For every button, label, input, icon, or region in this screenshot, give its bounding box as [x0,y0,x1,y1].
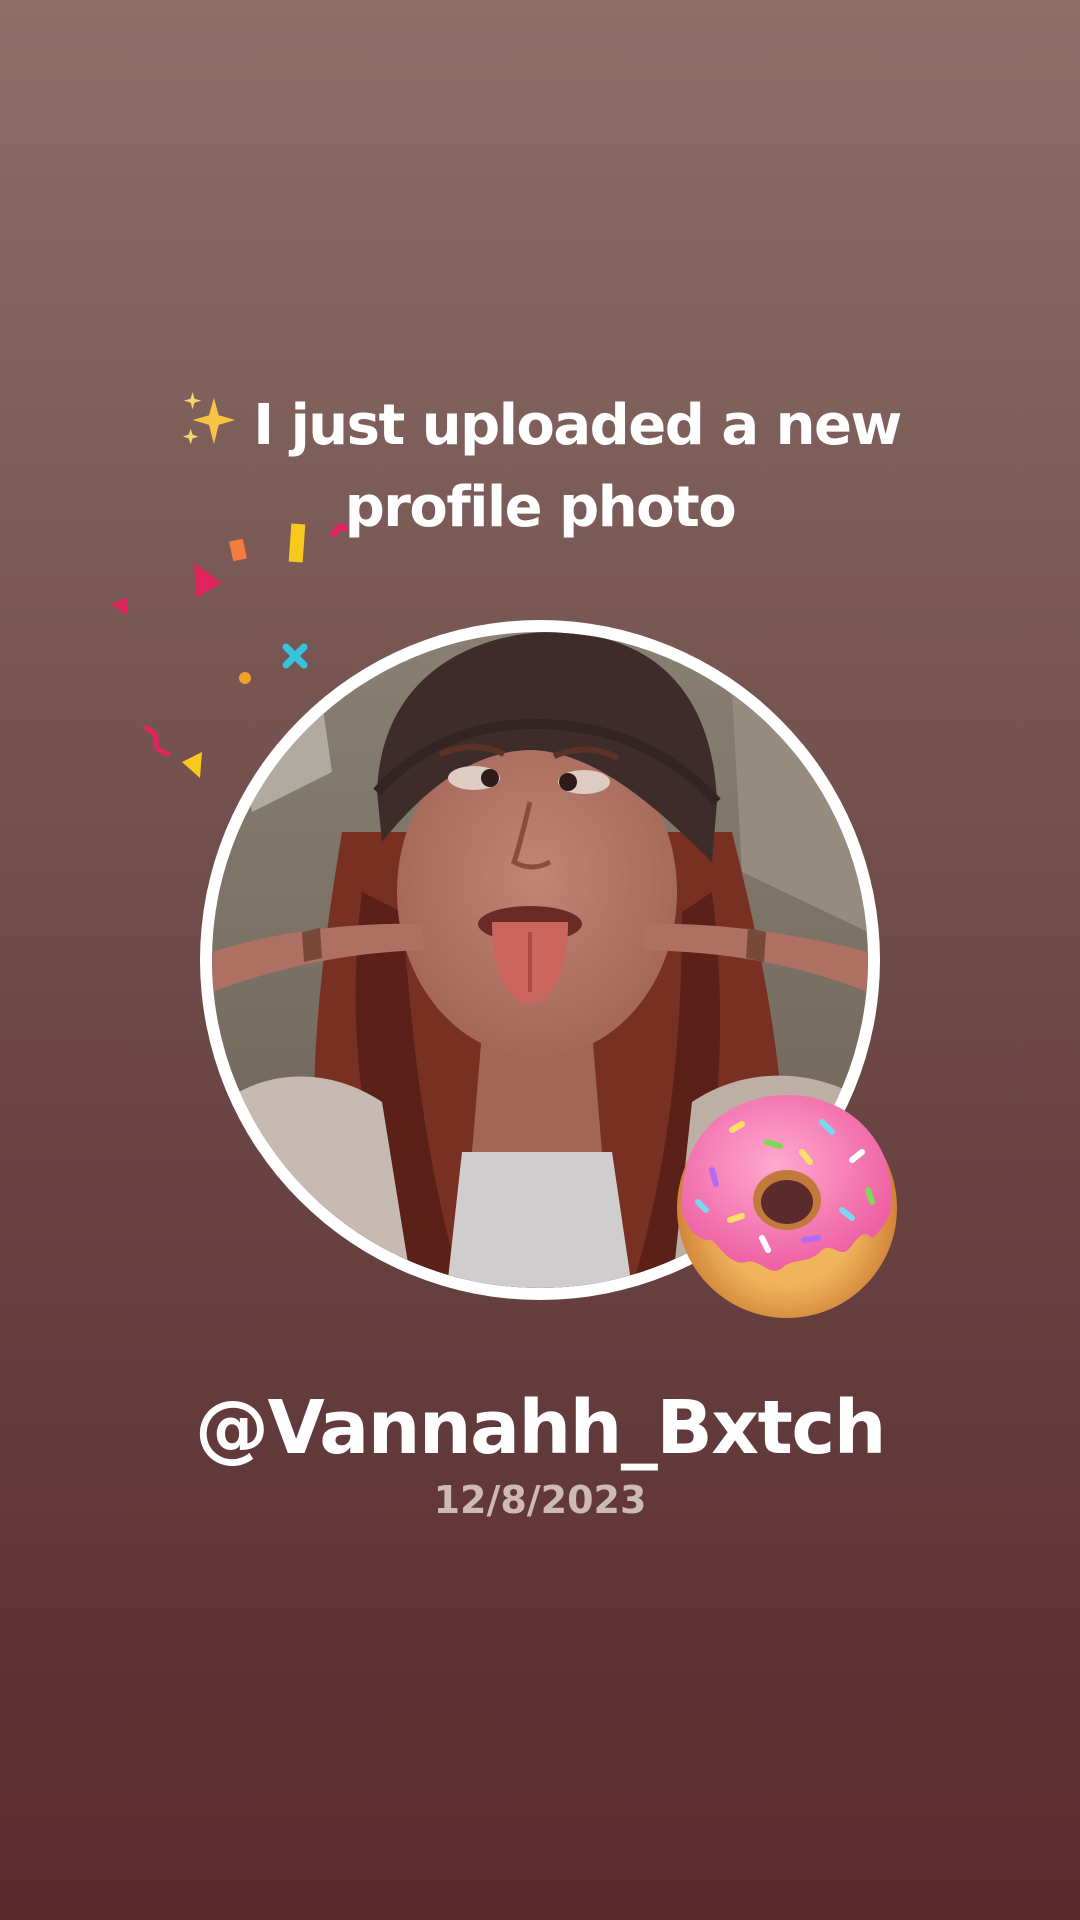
sparkles-icon [183,391,236,445]
donut-icon [677,1095,897,1318]
upload-date: 12/8/2023 [433,1478,647,1522]
username[interactable]: @Vannahh_Bxtch [0,1380,1080,1476]
headline-text: I just uploaded a new profile photo [253,393,902,540]
profile-update-headline: I just uploaded a new profile photo [140,385,940,549]
